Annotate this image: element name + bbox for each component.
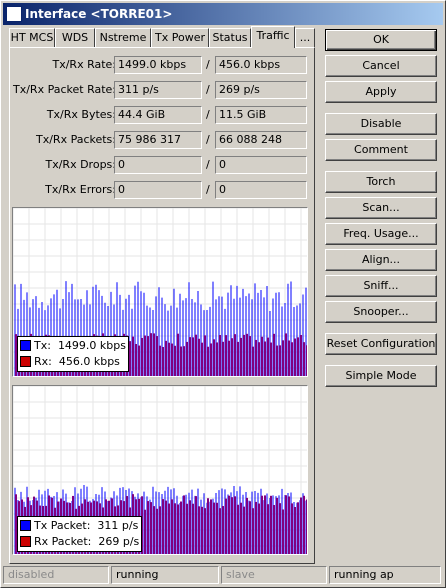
tab-ht-mcs[interactable]: HT MCS	[9, 28, 55, 47]
legend-rx-packet: Rx Packet: 269 p/s	[20, 534, 139, 550]
status-running-ap: running ap	[329, 566, 441, 584]
status-disabled: disabled	[3, 566, 109, 584]
legend-tx-label: Tx Packet:	[34, 519, 91, 532]
disable-button[interactable]: Disable	[325, 113, 437, 135]
legend-rx-value: 269 p/s	[98, 535, 140, 548]
legend-rx-label: Rx:	[34, 355, 52, 368]
tab-label: Status	[212, 31, 248, 44]
row-rate: Tx/Rx Rate: 1499.0 kbps / 456.0 kbps	[10, 56, 316, 74]
traffic-panel: Tx/Rx Rate: 1499.0 kbps / 456.0 kbps Tx/…	[9, 47, 315, 564]
tab-wds[interactable]: WDS	[55, 28, 95, 47]
snooper-button[interactable]: Snooper...	[325, 301, 437, 323]
tab-label: Tx Power	[155, 31, 205, 44]
simple-mode-button[interactable]: Simple Mode	[325, 365, 437, 387]
tab-label: HT MCS	[10, 31, 54, 44]
rx-drops-field: 0	[215, 156, 307, 174]
row-errors: Tx/Rx Errors: 0 / 0	[10, 181, 316, 199]
separator: /	[206, 183, 210, 196]
tab-nstreme[interactable]: Nstreme	[95, 28, 151, 47]
separator: /	[206, 108, 210, 121]
row-drops: Tx/Rx Drops: 0 / 0	[10, 156, 316, 174]
tab-label: ...	[299, 31, 311, 44]
freq-usage-button[interactable]: Freq. Usage...	[325, 223, 437, 245]
legend-rx-value: 456.0 kbps	[58, 355, 120, 368]
align-button[interactable]: Align...	[325, 249, 437, 271]
tx-swatch	[20, 520, 31, 531]
interface-window: Interface <TORRE01> HT MCS WDS Nstreme T…	[0, 0, 446, 588]
separator: /	[206, 83, 210, 96]
tab-tx-power[interactable]: Tx Power	[151, 28, 209, 47]
reset-configuration-button[interactable]: Reset Configuration	[325, 333, 437, 355]
packet-rate-label: Tx/Rx Packet Rate:	[13, 83, 116, 96]
separator: /	[206, 58, 210, 71]
packets-label: Tx/Rx Packets:	[35, 133, 116, 146]
tab-status[interactable]: Status	[209, 28, 251, 47]
sniff-button[interactable]: Sniff...	[325, 275, 437, 297]
rx-errors-field: 0	[215, 181, 307, 199]
ok-button[interactable]: OK	[325, 29, 437, 51]
packet-graph-legend: Tx Packet: 311 p/s Rx Packet: 269 p/s	[17, 516, 143, 552]
tab-label: Traffic	[256, 29, 290, 42]
tx-bytes-field: 44.4 GiB	[114, 106, 202, 124]
legend-rx: Rx: 456.0 kbps	[20, 354, 126, 370]
errors-label: Tx/Rx Errors:	[45, 183, 116, 196]
rx-packets-field: 66 088 248	[215, 131, 307, 149]
tx-swatch	[20, 340, 31, 351]
separator: /	[206, 133, 210, 146]
legend-tx-packet: Tx Packet: 311 p/s	[20, 518, 139, 534]
bytes-label: Tx/Rx Bytes:	[46, 108, 116, 121]
rate-label: Tx/Rx Rate:	[52, 58, 116, 71]
tx-packets-field: 75 986 317	[114, 131, 202, 149]
rx-swatch	[20, 536, 31, 547]
tab-more[interactable]: ...	[295, 28, 315, 47]
traffic-rate-graph: Tx: 1499.0 kbps Rx: 456.0 kbps	[12, 207, 308, 377]
title-bar[interactable]: Interface <TORRE01>	[3, 3, 443, 25]
rx-packet-rate-field: 269 p/s	[215, 81, 307, 99]
legend-tx: Tx: 1499.0 kbps	[20, 338, 126, 354]
tx-rate-field: 1499.0 kbps	[114, 56, 202, 74]
tab-traffic[interactable]: Traffic	[251, 26, 295, 48]
row-bytes: Tx/Rx Bytes: 44.4 GiB / 11.5 GiB	[10, 106, 316, 124]
row-packets: Tx/Rx Packets: 75 986 317 / 66 088 248	[10, 131, 316, 149]
rate-graph-legend: Tx: 1499.0 kbps Rx: 456.0 kbps	[17, 336, 129, 372]
tx-errors-field: 0	[114, 181, 202, 199]
separator: /	[206, 158, 210, 171]
rx-rate-field: 456.0 kbps	[215, 56, 307, 74]
legend-tx-value: 1499.0 kbps	[57, 339, 126, 352]
torch-button[interactable]: Torch	[325, 171, 437, 193]
status-slave: slave	[221, 566, 327, 584]
rx-swatch	[20, 356, 31, 367]
tx-packet-rate-field: 311 p/s	[114, 81, 202, 99]
tab-label: WDS	[61, 31, 89, 44]
status-bar: disabled running slave running ap	[3, 566, 443, 586]
cancel-button[interactable]: Cancel	[325, 55, 437, 77]
drops-label: Tx/Rx Drops:	[45, 158, 117, 171]
tab-label: Nstreme	[99, 31, 147, 44]
comment-button[interactable]: Comment	[325, 139, 437, 161]
scan-button[interactable]: Scan...	[325, 197, 437, 219]
legend-tx-label: Tx:	[34, 339, 51, 352]
packet-rate-graph: Tx Packet: 311 p/s Rx Packet: 269 p/s	[12, 385, 308, 555]
row-packet-rate: Tx/Rx Packet Rate: 311 p/s / 269 p/s	[10, 81, 316, 99]
legend-tx-value: 311 p/s	[97, 519, 139, 532]
rx-bytes-field: 11.5 GiB	[215, 106, 307, 124]
apply-button[interactable]: Apply	[325, 81, 437, 103]
legend-rx-label: Rx Packet:	[34, 535, 92, 548]
status-running: running	[111, 566, 219, 584]
window-title: Interface <TORRE01>	[25, 7, 173, 21]
tx-drops-field: 0	[114, 156, 202, 174]
window-icon	[6, 6, 22, 22]
